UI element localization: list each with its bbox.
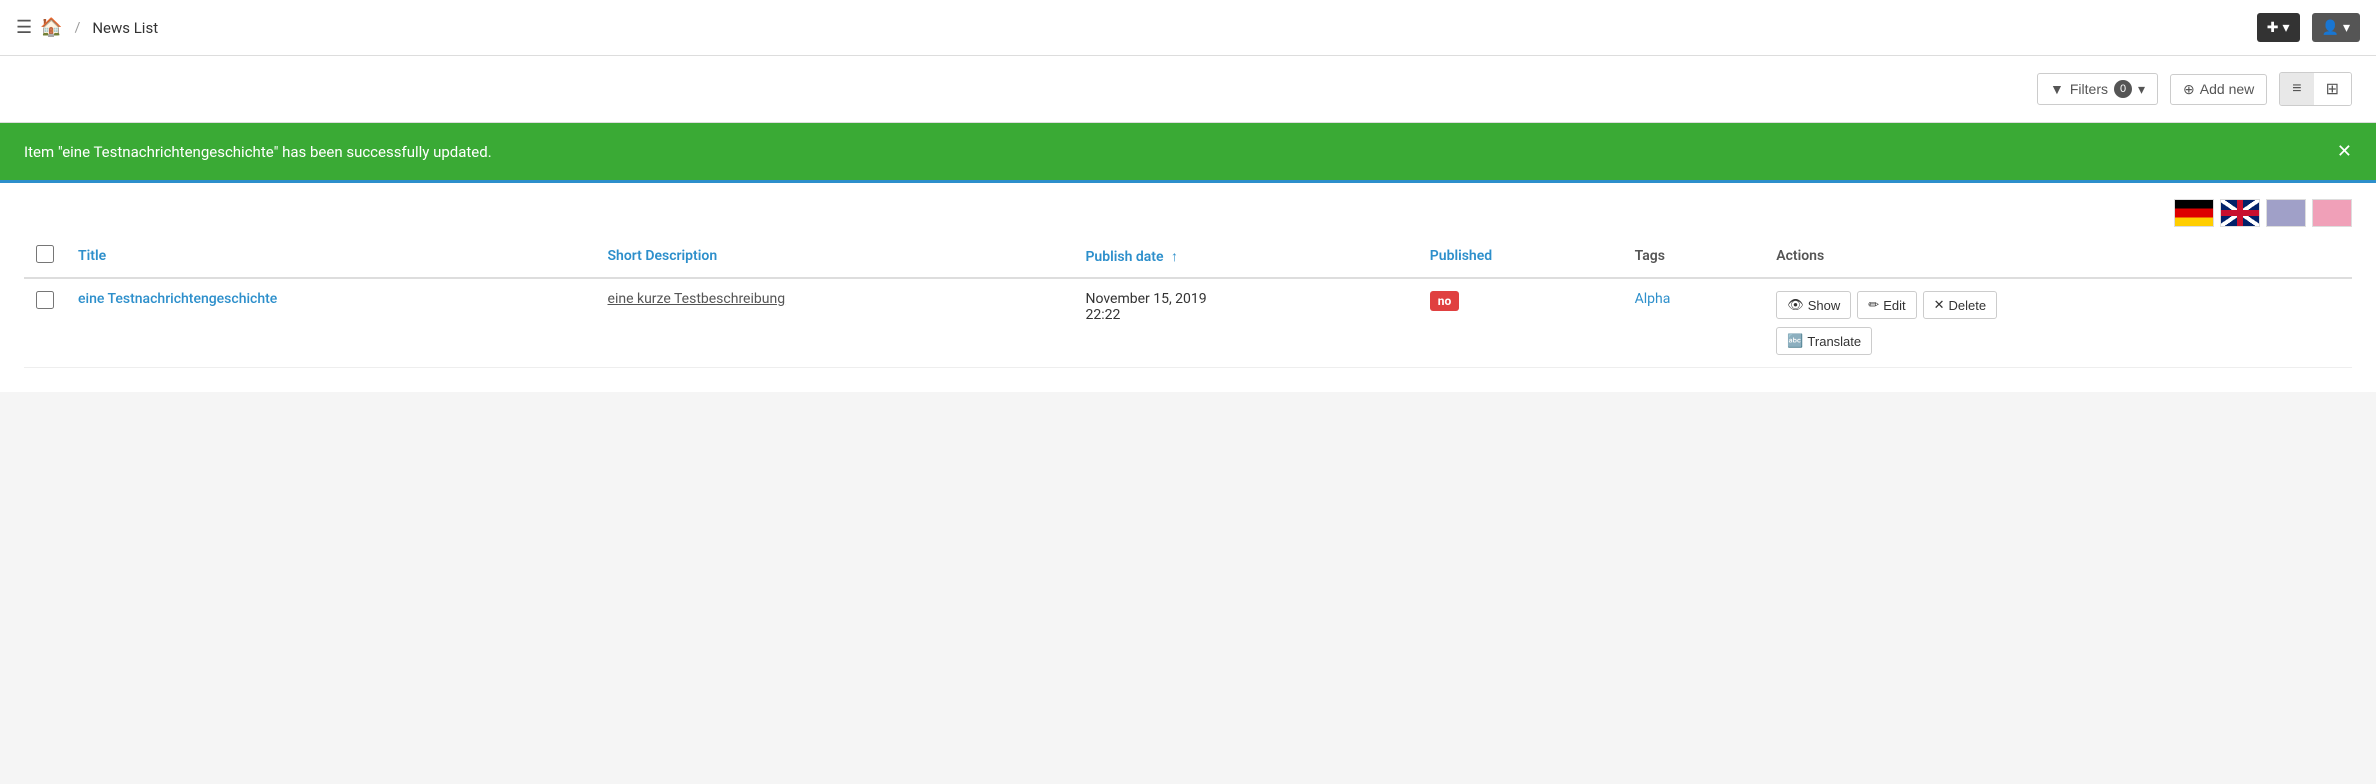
header-checkbox-cell (24, 235, 66, 278)
show-icon: 👁 (1787, 297, 1804, 313)
list-view-icon: ≡ (2292, 80, 2301, 97)
german-flag[interactable] (2174, 199, 2214, 227)
row-published-cell: no (1418, 278, 1623, 368)
delete-icon: ✕ (1934, 297, 1945, 313)
language4-flag[interactable] (2312, 199, 2352, 227)
page-title: News List (92, 19, 158, 37)
success-alert: Item "eine Testnachrichtengeschichte" ha… (0, 123, 2376, 180)
table-body: eine Testnachrichtengeschichte eine kurz… (24, 278, 2352, 368)
row-tags-cell: Alpha (1623, 278, 1765, 368)
list-view-button[interactable]: ≡ (2280, 73, 2313, 105)
header-published[interactable]: Published (1418, 235, 1623, 278)
show-label: Show (1808, 298, 1841, 313)
table-header: Title Short Description Publish date ↑ P… (24, 235, 2352, 278)
row-tag-link[interactable]: Alpha (1635, 291, 1671, 307)
header-actions: Actions (1764, 235, 2352, 278)
publish-time-value: 22:22 (1085, 307, 1120, 323)
header-short-description[interactable]: Short Description (596, 235, 1074, 278)
select-all-checkbox[interactable] (36, 245, 54, 263)
row-title-link[interactable]: eine Testnachrichtengeschichte (78, 291, 277, 307)
content-area: Title Short Description Publish date ↑ P… (0, 180, 2376, 392)
published-sort-link[interactable]: Published (1430, 248, 1492, 264)
top-navbar: ☰ 🏠 / News List ✚ ▾ 👤 ▾ (0, 0, 2376, 56)
view-toggle-group: ≡ ⊞ (2279, 72, 2352, 106)
delete-label: Delete (1949, 298, 1987, 313)
alert-message: Item "eine Testnachrichtengeschichte" ha… (24, 143, 492, 161)
breadcrumb-separator: / (75, 20, 81, 36)
news-table: Title Short Description Publish date ↑ P… (24, 235, 2352, 368)
grid-view-icon: ⊞ (2326, 81, 2339, 98)
action-row-primary: 👁 Show ✏ Edit ✕ Delete (1776, 291, 2340, 319)
language-flags-row (0, 183, 2376, 235)
global-add-button[interactable]: ✚ ▾ (2257, 13, 2300, 42)
row-short-description-cell: eine kurze Testbeschreibung (596, 278, 1074, 368)
action-row-secondary: 🔤 Translate (1776, 323, 2340, 355)
edit-icon: ✏ (1868, 297, 1879, 313)
delete-button[interactable]: ✕ Delete (1923, 291, 1997, 319)
published-badge: no (1430, 291, 1460, 311)
grid-view-button[interactable]: ⊞ (2314, 73, 2351, 105)
list-toolbar: ▼ Filters 0 ▾ ⊕ Add new ≡ ⊞ (0, 56, 2376, 123)
filters-label: Filters (2070, 81, 2108, 97)
hamburger-icon[interactable]: ☰ (16, 17, 32, 38)
publish-date-value: November 15, 2019 (1085, 291, 1206, 307)
filters-count-badge: 0 (2114, 80, 2132, 98)
language3-flag[interactable] (2266, 199, 2306, 227)
alert-close-button[interactable]: ✕ (2337, 141, 2352, 162)
user-icon: 👤 (2322, 19, 2339, 36)
show-button[interactable]: 👁 Show (1776, 291, 1851, 319)
filter-icon: ▼ (2050, 81, 2064, 97)
english-flag[interactable] (2220, 199, 2260, 227)
row-actions-cell: 👁 Show ✏ Edit ✕ Delete (1764, 278, 2352, 368)
publish-date-label: Publish date (1085, 249, 1163, 265)
translate-button[interactable]: 🔤 Translate (1776, 327, 1872, 355)
filters-button[interactable]: ▼ Filters 0 ▾ (2037, 73, 2158, 105)
title-sort-link[interactable]: Title (78, 248, 106, 264)
row-publish-date-cell: November 15, 2019 22:22 (1073, 278, 1417, 368)
row-title-cell: eine Testnachrichtengeschichte (66, 278, 596, 368)
table-header-row: Title Short Description Publish date ↑ P… (24, 235, 2352, 278)
add-new-button[interactable]: ⊕ Add new (2170, 74, 2267, 105)
add-new-label: Add new (2200, 81, 2254, 97)
row-publish-date: November 15, 2019 22:22 (1085, 291, 1206, 323)
user-dropdown-arrow: ▾ (2343, 19, 2350, 36)
short-description-sort-link[interactable]: Short Description (608, 248, 718, 264)
news-table-wrapper: Title Short Description Publish date ↑ P… (0, 235, 2376, 392)
home-icon[interactable]: 🏠 (40, 17, 62, 38)
header-title[interactable]: Title (66, 235, 596, 278)
header-tags: Tags (1623, 235, 1765, 278)
navbar-right: ✚ ▾ 👤 ▾ (2257, 13, 2360, 42)
filters-dropdown-arrow: ▾ (2138, 81, 2145, 98)
edit-label: Edit (1883, 298, 1905, 313)
row-checkbox[interactable] (36, 291, 54, 309)
plus-icon: ✚ (2267, 19, 2279, 36)
row-checkbox-cell (24, 278, 66, 368)
row-short-description: eine kurze Testbeschreibung (608, 291, 786, 307)
header-publish-date[interactable]: Publish date ↑ (1073, 235, 1417, 278)
add-dropdown-arrow: ▾ (2283, 19, 2290, 36)
table-row: eine Testnachrichtengeschichte eine kurz… (24, 278, 2352, 368)
navbar-left: ☰ 🏠 / News List (16, 17, 2257, 38)
add-new-plus-icon: ⊕ (2183, 81, 2195, 98)
translate-icon: 🔤 (1787, 333, 1803, 349)
publish-date-sort-link[interactable]: Publish date ↑ (1085, 249, 1178, 265)
sort-arrow-icon: ↑ (1171, 248, 1178, 265)
edit-button[interactable]: ✏ Edit (1857, 291, 1916, 319)
user-menu-button[interactable]: 👤 ▾ (2312, 13, 2360, 42)
translate-label: Translate (1807, 334, 1861, 349)
